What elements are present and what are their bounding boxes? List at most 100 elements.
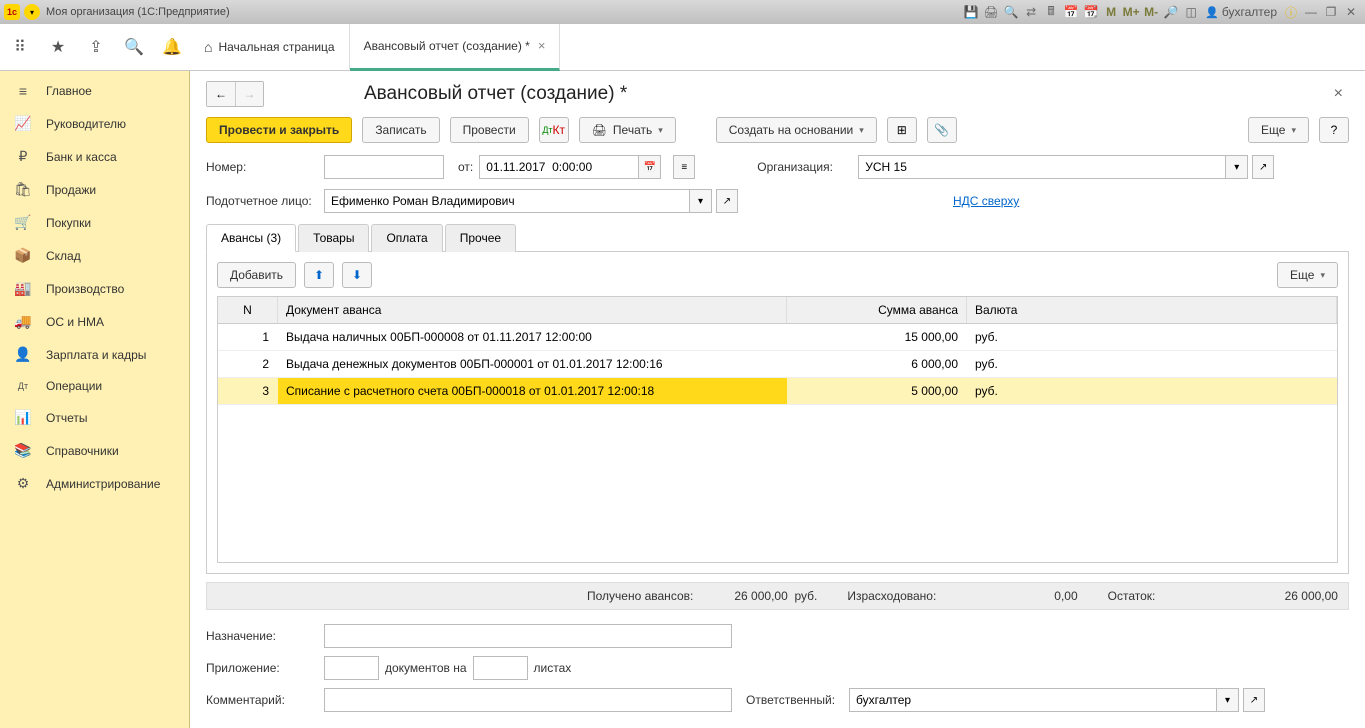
tab-document[interactable]: Авансовый отчет (создание) * × [350,24,561,71]
col-sum[interactable]: Сумма аванса [787,297,967,323]
person-input[interactable] [324,189,690,213]
person-open-icon[interactable]: ↗ [716,189,738,213]
current-user[interactable]: 👤 бухгалтер [1201,5,1281,19]
print-button[interactable]: 🖨Печать▾ [579,117,676,143]
post-close-button[interactable]: Провести и закрыть [206,117,352,143]
col-cur[interactable]: Валюта [967,297,1337,323]
cell-cur: руб. [967,378,1337,404]
person-dropdown-icon[interactable]: ▾ [690,189,712,213]
user-name: бухгалтер [1222,5,1277,19]
save-label: Записать [375,123,426,137]
tab-advances-label: Авансы (3) [221,231,281,245]
sales-icon: 🛍 [14,181,32,198]
sidebar-item-stock[interactable]: 📦Склад [0,239,189,272]
number-input[interactable] [324,155,444,179]
date-extra-button[interactable]: ≡ [673,155,695,179]
dtkt-button[interactable]: ДтКт [539,117,569,143]
sidebar-item-references[interactable]: 📚Справочники [0,434,189,467]
memory-mplus-icon[interactable]: M+ [1121,2,1141,22]
sidebar-item-manager[interactable]: 📈Руководителю [0,107,189,140]
more-button[interactable]: Еще▾ [1248,117,1309,143]
app-menu-icon[interactable]: ▾ [24,4,40,20]
cell-doc: Выдача наличных 00БП-000008 от 01.11.201… [278,324,787,350]
table-row[interactable]: 2 Выдача денежных документов 00БП-000001… [218,351,1337,378]
sidebar-item-sales[interactable]: 🛍Продажи [0,173,189,206]
zoom-icon[interactable]: 🔎 [1161,2,1181,22]
comment-input[interactable] [324,688,732,712]
close-page-icon[interactable]: × [1328,83,1349,105]
close-window-icon[interactable]: ✕ [1341,2,1361,22]
date-input[interactable] [479,155,639,179]
sidebar-item-purchases[interactable]: 🛒Покупки [0,206,189,239]
add-row-label: Добавить [230,268,283,282]
chevron-down-icon: ▾ [859,125,864,136]
nav-forward-button[interactable]: → [235,82,263,106]
memory-m-icon[interactable]: M [1101,2,1121,22]
print-label: Печать [613,123,652,137]
apps-grid-icon[interactable]: ⠿ [10,37,30,57]
tab-payment[interactable]: Оплата [371,224,442,252]
memory-mminus-icon[interactable]: M- [1141,2,1161,22]
responsible-input[interactable] [849,688,1217,712]
sidebar-item-main[interactable]: ≡Главное [0,75,189,107]
sidebar-item-bank[interactable]: ₽Банк и касса [0,140,189,173]
layout-icon[interactable]: ◫ [1181,2,1201,22]
tab-home[interactable]: ⌂ Начальная страница [190,24,350,71]
table-more-button[interactable]: Еще▾ [1277,262,1338,288]
save-icon[interactable]: 💾 [961,2,981,22]
sidebar-item-admin[interactable]: ⚙Администрирование [0,467,189,500]
sidebar-item-assets[interactable]: 🚚ОС и НМА [0,305,189,338]
org-dropdown-icon[interactable]: ▾ [1226,155,1248,179]
move-down-button[interactable]: ⬇ [342,262,372,288]
calendar-picker-icon[interactable]: 📅 [639,155,661,179]
tab-advances[interactable]: Авансы (3) [206,224,296,252]
table-row[interactable]: 3 Списание с расчетного счета 00БП-00001… [218,378,1337,405]
info-icon[interactable]: ⓘ [1281,2,1301,22]
advances-grid[interactable]: N Документ аванса Сумма аванса Валюта 1 … [217,296,1338,563]
print-icon[interactable]: 🖨 [981,2,1001,22]
post-close-label: Провести и закрыть [219,123,339,137]
tab-other[interactable]: Прочее [445,224,516,252]
pin-icon[interactable]: ⇪ [86,37,106,57]
help-button[interactable]: ? [1319,117,1349,143]
add-row-button[interactable]: Добавить [217,262,296,288]
attach-button[interactable]: 📎 [927,117,957,143]
org-open-icon[interactable]: ↗ [1252,155,1274,179]
maximize-icon[interactable]: ❐ [1321,2,1341,22]
move-up-button[interactable]: ⬆ [304,262,334,288]
create-based-button[interactable]: Создать на основании▾ [716,117,877,143]
nds-link[interactable]: НДС сверху [953,194,1019,208]
star-icon[interactable]: ★ [48,37,68,57]
calendar-icon[interactable]: 📅 [1061,2,1081,22]
structure-button[interactable]: ⊞ [887,117,917,143]
purpose-input[interactable] [324,624,732,648]
save-button[interactable]: Записать [362,117,439,143]
sidebar-item-production[interactable]: 🏭Производство [0,272,189,305]
bell-icon[interactable]: 🔔 [162,37,182,57]
table-row[interactable]: 1 Выдача наличных 00БП-000008 от 01.11.2… [218,324,1337,351]
post-button[interactable]: Провести [450,117,529,143]
tab-close-icon[interactable]: × [538,38,546,53]
attach-sheets-input[interactable] [473,656,528,680]
sidebar-item-salary[interactable]: 👤Зарплата и кадры [0,338,189,371]
org-input[interactable] [858,155,1226,179]
responsible-open-icon[interactable]: ↗ [1243,688,1265,712]
sidebar-item-reports[interactable]: 📊Отчеты [0,401,189,434]
preview-icon[interactable]: 🔍 [1001,2,1021,22]
date-icon[interactable]: 📆 [1081,2,1101,22]
calc-icon[interactable]: 🖩 [1041,2,1061,22]
minimize-icon[interactable]: — [1301,2,1321,22]
nav-history: ← → [206,81,264,107]
col-doc[interactable]: Документ аванса [278,297,787,323]
spent-value: 0,00 [1054,589,1077,603]
tab-goods[interactable]: Товары [298,224,369,252]
nav-back-button[interactable]: ← [207,82,235,106]
search-icon[interactable]: 🔍 [124,37,144,57]
responsible-dropdown-icon[interactable]: ▾ [1217,688,1239,712]
sidebar-item-operations[interactable]: ДтОперации [0,371,189,401]
cell-cur: руб. [967,351,1337,377]
col-n[interactable]: N [218,297,278,323]
attach-docs-input[interactable] [324,656,379,680]
sidebar-label: Главное [46,84,92,98]
compare-icon[interactable]: ⇄ [1021,2,1041,22]
